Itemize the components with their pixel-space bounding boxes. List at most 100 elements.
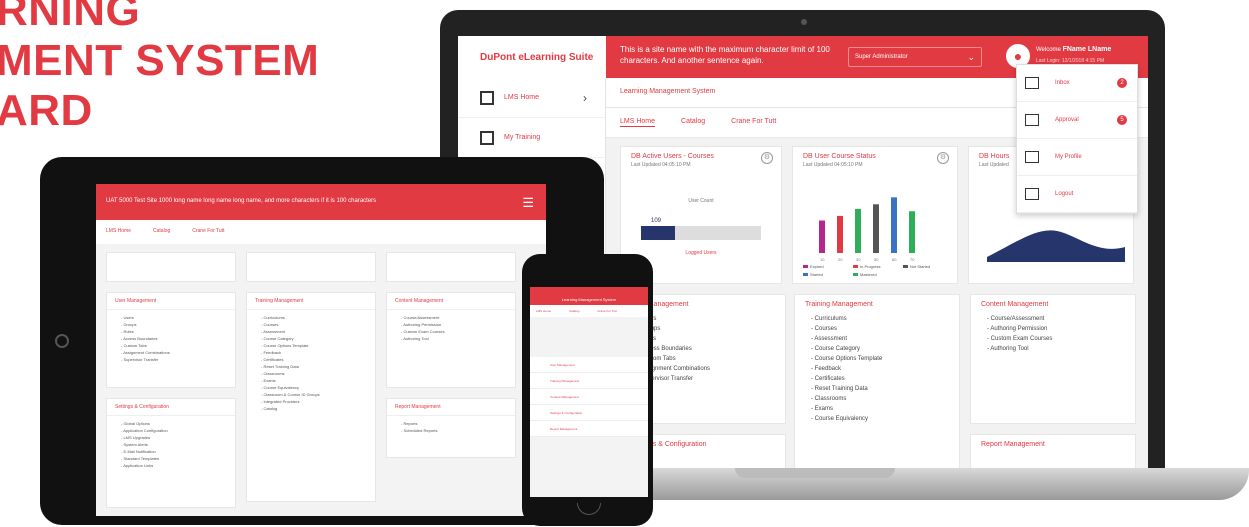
settings-link[interactable]: - LMS Upgrades bbox=[121, 434, 221, 441]
phone-menu-item[interactable]: Report Management bbox=[530, 421, 648, 437]
content-management-link[interactable]: - Authoring Tool bbox=[987, 344, 1119, 354]
phone-menu-item[interactable]: Settings & Configuration bbox=[530, 405, 648, 421]
marketing-headline: RNING MENT SYSTEM ARD bbox=[0, 0, 319, 136]
training-management-link[interactable]: - Course Equivalency bbox=[811, 414, 943, 424]
hamburger-menu-icon[interactable]: ☰ bbox=[522, 195, 534, 211]
tablet-screen: UAT 5000 Test Site 1000 long name long n… bbox=[96, 184, 546, 516]
user-management-link[interactable]: - Access Boundaries bbox=[637, 344, 769, 354]
legend-label: In Progress bbox=[860, 264, 880, 269]
user-management-link[interactable]: - Roles bbox=[637, 334, 769, 344]
training-management-link[interactable]: - Assessment bbox=[811, 334, 943, 344]
tab-catalog[interactable]: Catalog bbox=[681, 118, 705, 127]
menu-item-inbox[interactable]: Inbox 2 bbox=[1017, 65, 1137, 102]
gear-icon[interactable]: ⚙ bbox=[937, 152, 949, 164]
training-management-link[interactable]: - Feedback bbox=[811, 364, 943, 374]
content-management-link[interactable]: - Authoring Permission bbox=[401, 321, 501, 328]
approval-icon bbox=[1025, 114, 1039, 126]
user-management-link[interactable]: - Users bbox=[637, 314, 769, 324]
sidebar-item-my-training[interactable]: My Training bbox=[458, 118, 605, 158]
training-management-link[interactable]: - Courses bbox=[811, 324, 943, 334]
training-management-link[interactable]: - Course Options Template bbox=[811, 354, 943, 364]
training-management-link[interactable]: - Courses bbox=[261, 321, 361, 328]
brand-logo[interactable]: DuPont eLearning Suite bbox=[458, 36, 606, 78]
content-management-link[interactable]: - Custom Exam Courses bbox=[401, 328, 501, 335]
profile-icon bbox=[1025, 151, 1039, 163]
chart-tick-label: 60 bbox=[892, 257, 897, 262]
training-management-link[interactable]: - Course Category bbox=[261, 335, 361, 342]
settings-link[interactable]: - System Alerts bbox=[121, 441, 221, 448]
notification-badge: 5 bbox=[1117, 115, 1127, 125]
phone-menu-item[interactable]: User Management bbox=[530, 357, 648, 373]
training-management-link[interactable]: - Course Equivalency bbox=[261, 384, 361, 391]
user-management-link[interactable]: - Groups bbox=[121, 321, 221, 328]
user-management-link[interactable]: - Roles bbox=[121, 328, 221, 335]
training-management-link[interactable]: - Exams bbox=[261, 377, 361, 384]
content-management-list: - Course/Assessment - Authoring Permissio… bbox=[971, 310, 1135, 358]
tab-crane[interactable]: Crane For Tutt bbox=[597, 309, 616, 313]
settings-link[interactable]: - Standard Templates bbox=[121, 455, 221, 462]
user-management-link[interactable]: - Assignment Combinations bbox=[121, 349, 221, 356]
user-management-link[interactable]: - Access Boundaries bbox=[121, 335, 221, 342]
training-management-link[interactable]: - Exams bbox=[811, 404, 943, 414]
settings-link[interactable]: - Application Configuration bbox=[121, 427, 221, 434]
sidebar-item-lms-home[interactable]: LMS Home › bbox=[458, 78, 605, 118]
content-management-link[interactable]: - Course/Assessment bbox=[401, 314, 501, 321]
user-management-link[interactable]: - Groups bbox=[637, 324, 769, 334]
content-management-link[interactable]: - Authoring Permission bbox=[987, 324, 1119, 334]
course-status-card: DB User Course Status Last Updated 04:05… bbox=[792, 146, 958, 284]
chart-tick-label: 70 bbox=[910, 257, 915, 262]
training-management-link[interactable]: - Curriculums bbox=[261, 314, 361, 321]
report-management-link[interactable]: - Reports bbox=[401, 420, 501, 427]
card-title: Report Management bbox=[387, 399, 515, 416]
tab-crane[interactable]: Crane For Tutt bbox=[731, 118, 776, 127]
tab-catalog[interactable]: Catalog bbox=[569, 309, 579, 313]
content-management-card: Content Management - Course/Assessment - … bbox=[970, 294, 1136, 424]
tab-catalog[interactable]: Catalog bbox=[153, 228, 170, 236]
training-management-link[interactable]: - Classroom & Course ID Groups bbox=[261, 391, 361, 398]
training-management-link[interactable]: - Reset Training Data bbox=[261, 363, 361, 370]
training-management-link[interactable]: - Course Category bbox=[811, 344, 943, 354]
training-management-link[interactable]: - Certificates bbox=[811, 374, 943, 384]
menu-item-approval[interactable]: Approval 5 bbox=[1017, 102, 1137, 139]
user-management-link[interactable]: - Custom Tabs bbox=[637, 354, 769, 364]
phone-menu-item[interactable]: Content Management bbox=[530, 389, 648, 405]
user-management-link[interactable]: - Assignment Combinations bbox=[637, 364, 769, 374]
user-management-link[interactable]: - Custom Tabs bbox=[121, 342, 221, 349]
training-management-link[interactable]: - Integrated Providers bbox=[261, 398, 361, 405]
content-management-link[interactable]: - Custom Exam Courses bbox=[987, 334, 1119, 344]
settings-link[interactable]: - Application Links bbox=[121, 462, 221, 469]
phone-menu-item[interactable]: Training Management bbox=[530, 373, 648, 389]
menu-item-my-profile[interactable]: My Profile bbox=[1017, 139, 1137, 176]
content-management-link[interactable]: - Course/Assessment bbox=[987, 314, 1119, 324]
card-updated: Last Updated 04:05:10 PM bbox=[803, 162, 863, 168]
training-management-link[interactable]: - Assessment bbox=[261, 328, 361, 335]
training-management-link[interactable]: - Course Options Template bbox=[261, 342, 361, 349]
tab-lms-home[interactable]: LMS Home bbox=[536, 309, 551, 313]
tab-lms-home[interactable]: LMS Home bbox=[106, 228, 131, 236]
training-management-link[interactable]: - Curriculums bbox=[811, 314, 943, 324]
logged-users-link[interactable]: Logged Users bbox=[621, 250, 781, 256]
card-title: Content Management bbox=[981, 301, 1049, 308]
tab-crane[interactable]: Crane For Tutt bbox=[192, 228, 224, 236]
user-management-link[interactable]: - Supervisor Transfer bbox=[637, 374, 769, 384]
report-management-link[interactable]: - Scheduled Reports bbox=[401, 427, 501, 434]
gear-icon[interactable]: ⚙ bbox=[761, 152, 773, 164]
role-select[interactable]: Super Administrator ⌄ bbox=[848, 47, 982, 67]
training-management-link[interactable]: - Feedback bbox=[261, 349, 361, 356]
training-management-link[interactable]: - Certificates bbox=[261, 356, 361, 363]
user-management-link[interactable]: - Users bbox=[121, 314, 221, 321]
training-management-link[interactable]: - Catalog bbox=[261, 405, 361, 412]
menu-item-label: Inbox bbox=[1055, 80, 1070, 86]
training-management-link[interactable]: - Classrooms bbox=[811, 394, 943, 404]
card-title: DB User Course Status bbox=[803, 153, 876, 160]
user-management-link[interactable]: - Supervisor Transfer bbox=[121, 356, 221, 363]
training-management-link[interactable]: - Reset Training Data bbox=[811, 384, 943, 394]
hours-area-chart bbox=[987, 230, 1125, 262]
menu-item-logout[interactable]: Logout bbox=[1017, 176, 1137, 213]
training-management-list: - Curriculums - Courses - Assessment - Cour… bbox=[795, 310, 959, 428]
settings-link[interactable]: - Global Options bbox=[121, 420, 221, 427]
settings-link[interactable]: - E-Mail Notification bbox=[121, 448, 221, 455]
training-management-link[interactable]: - Classrooms bbox=[261, 370, 361, 377]
tab-lms-home[interactable]: LMS Home bbox=[620, 118, 656, 127]
content-management-link[interactable]: - Authoring Tool bbox=[401, 335, 501, 342]
